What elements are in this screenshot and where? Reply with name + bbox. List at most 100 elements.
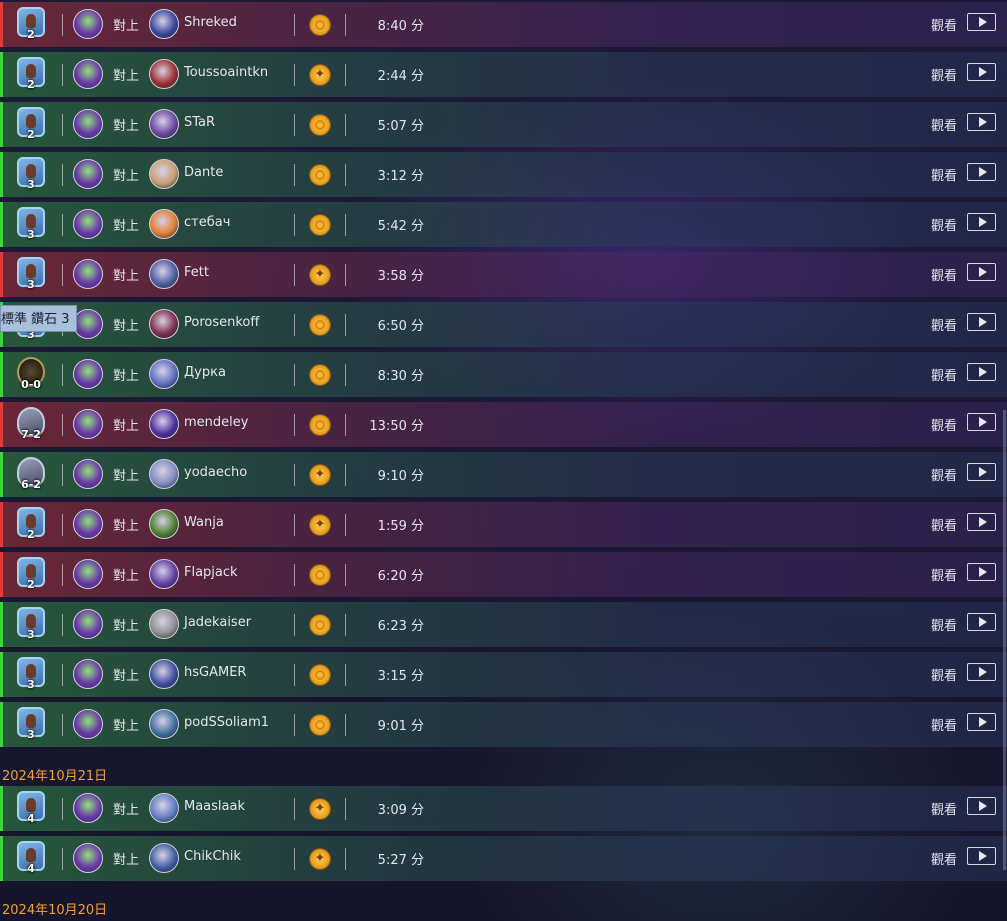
- watch-label[interactable]: 觀看: [931, 15, 957, 34]
- match-row[interactable]: 3 對上 Fett 3:58 分 觀看: [0, 252, 1007, 297]
- match-row[interactable]: 3 對上 hsGAMER 3:15 分 觀看: [0, 652, 1007, 697]
- divider: [345, 264, 346, 286]
- divider: [294, 514, 295, 536]
- watch-label[interactable]: 觀看: [931, 265, 957, 284]
- opponent-hero-avatar: [149, 609, 179, 639]
- opponent-hero-avatar: [149, 59, 179, 89]
- play-replay-button[interactable]: [967, 113, 996, 131]
- watch-label[interactable]: 觀看: [931, 315, 957, 334]
- scrollbar[interactable]: [1003, 410, 1006, 870]
- divider: [294, 164, 295, 186]
- play-replay-button[interactable]: [967, 63, 996, 81]
- watch-label[interactable]: 觀看: [931, 515, 957, 534]
- watch-label[interactable]: 觀看: [931, 615, 957, 634]
- play-replay-button[interactable]: [967, 163, 996, 181]
- player-hero-avatar: [73, 609, 103, 639]
- opponent-name: Dante: [184, 165, 224, 180]
- play-replay-button[interactable]: [967, 213, 996, 231]
- divider: [62, 64, 63, 86]
- coin-icon: [310, 15, 330, 35]
- match-row[interactable]: 2 對上 Flapjack 6:20 分 觀看: [0, 552, 1007, 597]
- vs-label: 對上: [113, 219, 140, 234]
- rank-badge: 3: [13, 606, 49, 644]
- play-replay-button[interactable]: [967, 413, 996, 431]
- rank-badge: 2: [13, 6, 49, 44]
- divider: [294, 314, 295, 336]
- divider: [62, 414, 63, 436]
- match-row[interactable]: 7-2 對上 mendeley 13:50 分 觀看: [0, 402, 1007, 447]
- play-replay-button[interactable]: [967, 847, 996, 865]
- divider: [62, 214, 63, 236]
- play-replay-button[interactable]: [967, 797, 996, 815]
- match-duration: 3:09 分: [377, 803, 424, 818]
- play-replay-button[interactable]: [967, 363, 996, 381]
- rank-badge: 6-2: [13, 456, 49, 494]
- play-replay-button[interactable]: [967, 513, 996, 531]
- match-duration: 5:42 分: [377, 219, 424, 234]
- play-replay-button[interactable]: [967, 463, 996, 481]
- match-row[interactable]: 3 對上 стебач 5:42 分 觀看: [0, 202, 1007, 247]
- rank-number: 6-2: [21, 478, 41, 491]
- opponent-hero-avatar: [149, 9, 179, 39]
- match-duration: 8:30 分: [377, 369, 424, 384]
- play-replay-button[interactable]: [967, 663, 996, 681]
- divider: [345, 214, 346, 236]
- opponent-name: hsGAMER: [184, 665, 247, 680]
- match-duration: 2:44 分: [377, 69, 424, 84]
- vs-label: 對上: [113, 69, 140, 84]
- vs-label: 對上: [113, 669, 140, 684]
- divider: [345, 364, 346, 386]
- rank-number: 2: [27, 28, 35, 41]
- match-row[interactable]: 3 對上 podSSoliam1 9:01 分 觀看: [0, 702, 1007, 747]
- match-row[interactable]: 2 對上 Wanja 1:59 分 觀看: [0, 502, 1007, 547]
- opponent-name: podSSoliam1: [184, 715, 270, 730]
- match-row[interactable]: 3 對上 Dante 3:12 分 觀看: [0, 152, 1007, 197]
- rank-number: 3: [27, 728, 35, 741]
- match-row[interactable]: 6-2 對上 yodaecho 9:10 分 觀看: [0, 452, 1007, 497]
- play-replay-button[interactable]: [967, 563, 996, 581]
- first-turn-icon: [310, 799, 330, 819]
- watch-label[interactable]: 觀看: [931, 115, 957, 134]
- watch-label[interactable]: 觀看: [931, 665, 957, 684]
- rank-number: 0-0: [21, 378, 41, 391]
- match-row[interactable]: 4 對上 Maaslaak 3:09 分 觀看: [0, 786, 1007, 831]
- opponent-name: Fett: [184, 265, 209, 280]
- watch-label[interactable]: 觀看: [931, 849, 957, 868]
- opponent-hero-avatar: [149, 109, 179, 139]
- opponent-hero-avatar: [149, 559, 179, 589]
- player-hero-avatar: [73, 159, 103, 189]
- play-replay-button[interactable]: [967, 13, 996, 31]
- match-row[interactable]: 4 對上 ChikChik 5:27 分 觀看: [0, 836, 1007, 881]
- watch-label[interactable]: 觀看: [931, 165, 957, 184]
- opponent-hero-avatar: [149, 359, 179, 389]
- match-row[interactable]: 3 對上 Porosenkoff 6:50 分觀看: [0, 302, 1007, 347]
- watch-label[interactable]: 觀看: [931, 565, 957, 584]
- play-replay-button[interactable]: [967, 263, 996, 281]
- play-replay-button[interactable]: [967, 713, 996, 731]
- watch-label[interactable]: 觀看: [931, 415, 957, 434]
- match-row[interactable]: 3 對上 Jadekaiser 6:23 分 觀看: [0, 602, 1007, 647]
- player-hero-avatar: [73, 459, 103, 489]
- watch-label[interactable]: 觀看: [931, 65, 957, 84]
- player-hero-avatar: [73, 709, 103, 739]
- play-replay-button[interactable]: [967, 313, 996, 331]
- watch-label[interactable]: 觀看: [931, 215, 957, 234]
- play-replay-button[interactable]: [967, 613, 996, 631]
- match-row[interactable]: 2 對上 Toussoaintkn 2:44 分 觀看: [0, 52, 1007, 97]
- first-turn-icon: [310, 265, 330, 285]
- coin-icon: [310, 165, 330, 185]
- opponent-hero-avatar: [149, 309, 179, 339]
- coin-icon: [310, 665, 330, 685]
- watch-label[interactable]: 觀看: [931, 365, 957, 384]
- rank-badge: 0-0: [13, 356, 49, 394]
- rank-number: 2: [27, 528, 35, 541]
- match-row[interactable]: 2 對上 Shreked 8:40 分 觀看: [0, 2, 1007, 47]
- opponent-hero-avatar: [149, 159, 179, 189]
- match-row[interactable]: 0-0 對上 Дурка 8:30 分 觀看: [0, 352, 1007, 397]
- match-duration: 9:10 分: [377, 469, 424, 484]
- watch-label[interactable]: 觀看: [931, 465, 957, 484]
- match-row[interactable]: 2 對上 STaR 5:07 分 觀看: [0, 102, 1007, 147]
- watch-label[interactable]: 觀看: [931, 715, 957, 734]
- opponent-hero-avatar: [149, 509, 179, 539]
- watch-label[interactable]: 觀看: [931, 799, 957, 818]
